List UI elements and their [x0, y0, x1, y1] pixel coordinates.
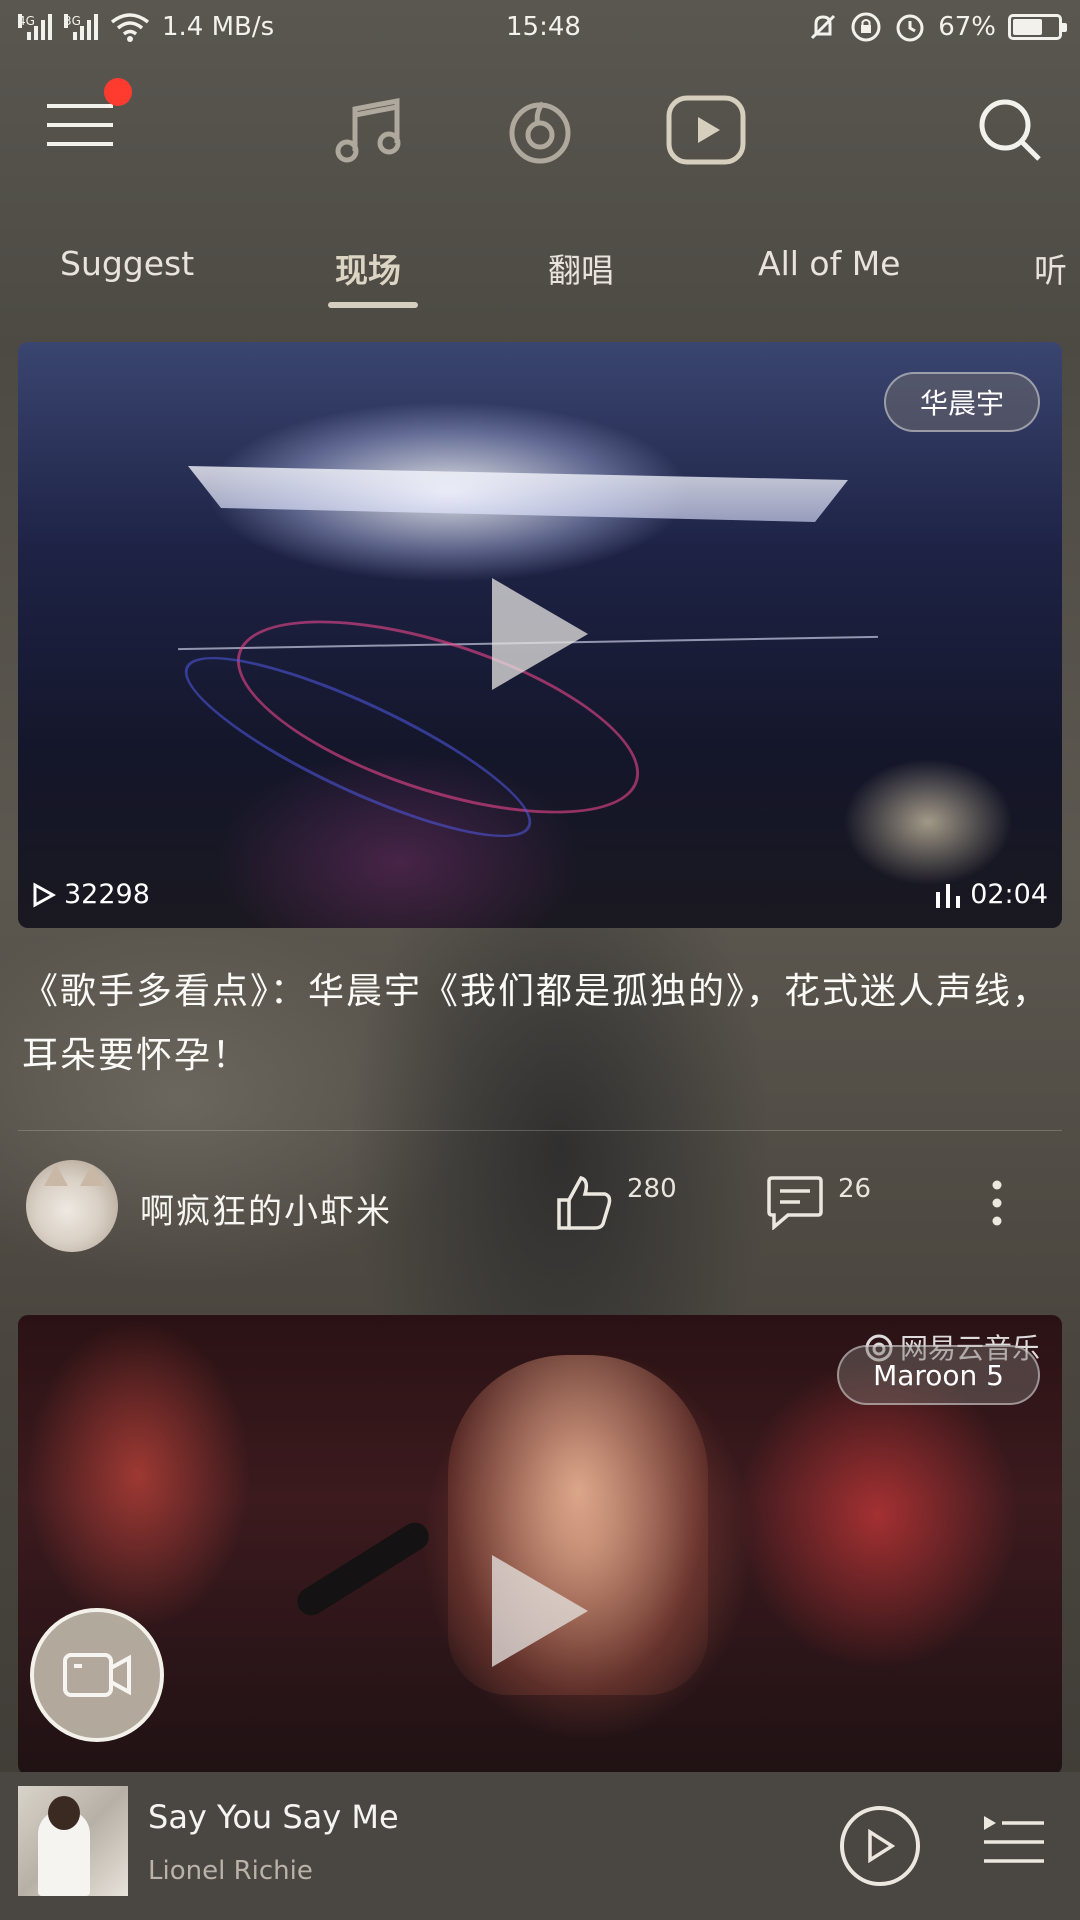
play-icon[interactable]	[492, 578, 588, 690]
play-pause-button[interactable]	[840, 1806, 920, 1886]
search-button[interactable]	[970, 90, 1050, 170]
mute-icon	[811, 14, 836, 40]
video-card-2[interactable]: 网易云音乐 Maroon 5	[18, 1315, 1062, 1775]
sim1-label: 4G	[18, 14, 35, 28]
tab-all-of-me[interactable]: All of Me	[758, 244, 900, 283]
lock-rotation-icon	[851, 12, 881, 42]
tab-live[interactable]: 现场	[335, 244, 401, 292]
author-name[interactable]: 啊疯狂的小虾米	[140, 1184, 392, 1233]
mini-player[interactable]: Say You Say Me Lionel Richie	[0, 1772, 1080, 1920]
microphone	[291, 1517, 435, 1621]
song-title[interactable]: Say You Say Me	[148, 1798, 399, 1836]
play-count-icon	[33, 881, 56, 908]
avatar-ear	[80, 1164, 104, 1186]
music-note-icon	[335, 97, 401, 163]
status-left: 4G 3G 1.4 MB/s	[18, 12, 274, 42]
play-icon[interactable]	[492, 1555, 588, 1667]
status-bar: 4G 3G 1.4 MB/s 15:48 67%	[0, 0, 1080, 54]
signal-icon-sim2: 3G	[64, 14, 98, 40]
artist-tag[interactable]: Maroon 5	[837, 1345, 1040, 1405]
video-play-icon	[666, 95, 746, 165]
author-row: 啊疯狂的小虾米 280 26	[0, 1160, 1080, 1260]
play-count-value: 32298	[64, 879, 150, 910]
battery-icon	[1008, 14, 1067, 40]
like-count: 280	[627, 1174, 677, 1204]
status-right: 67%	[808, 11, 1067, 43]
net-speed: 1.4 MB/s	[162, 12, 275, 42]
cover-head	[48, 1796, 80, 1830]
more-vertical-icon	[992, 1180, 1002, 1226]
nav-radio-button[interactable]	[500, 90, 580, 170]
divider	[18, 1130, 1062, 1131]
play-count: 32298	[32, 879, 150, 910]
netease-radio-icon	[509, 101, 571, 164]
video-meta: 32298 02:04	[18, 879, 1062, 910]
battery-fill	[1013, 19, 1043, 35]
like-button[interactable]: 280	[555, 1174, 677, 1232]
song-artist[interactable]: Lionel Richie	[148, 1856, 313, 1886]
notification-dot	[104, 78, 132, 106]
tab-cover[interactable]: 翻唱	[548, 244, 614, 292]
battery-percent: 67%	[938, 12, 996, 42]
search-icon	[979, 99, 1041, 161]
video-camera-icon	[63, 1653, 131, 1697]
play-icon	[868, 1829, 895, 1863]
comment-button[interactable]: 26	[766, 1174, 871, 1230]
signal-icon-sim1: 4G	[18, 14, 52, 40]
tab-partial[interactable]: 听	[1034, 244, 1067, 292]
tab-suggest[interactable]: Suggest	[60, 244, 194, 283]
video-card-1[interactable]: 华晨宇 32298 02:04	[18, 342, 1062, 928]
comment-icon	[767, 1176, 823, 1230]
active-tab-indicator	[328, 302, 418, 308]
alarm-icon	[896, 14, 924, 42]
playlist-icon	[984, 1816, 1044, 1863]
top-navigation	[0, 70, 1080, 190]
nav-music-button[interactable]	[330, 90, 410, 170]
more-button[interactable]	[990, 1180, 1004, 1226]
comment-count: 26	[838, 1174, 872, 1204]
hamburger-icon	[47, 104, 113, 146]
nav-video-button[interactable]	[666, 90, 746, 170]
stage-lights	[188, 466, 848, 522]
wifi-icon	[110, 13, 150, 42]
bars-icon	[936, 883, 961, 908]
sim2-label: 3G	[64, 14, 81, 28]
video-title[interactable]: 《歌手多看点》：华晨宇《我们都是孤独的》，花式迷人声线，耳朵要怀孕！	[22, 960, 1062, 1088]
camera-fab-button[interactable]	[30, 1608, 164, 1742]
avatar[interactable]	[26, 1160, 118, 1252]
artist-tag[interactable]: 华晨宇	[883, 372, 1040, 432]
category-tabs: Suggest 现场 翻唱 All of Me 听	[0, 230, 1080, 320]
duration-value: 02:04	[970, 879, 1048, 910]
duration: 02:04	[934, 879, 1048, 910]
playlist-button[interactable]	[982, 1812, 1046, 1872]
clock: 15:48	[506, 12, 581, 42]
avatar-ear	[44, 1164, 68, 1186]
thumbs-up-icon	[557, 1175, 612, 1230]
album-cover[interactable]	[18, 1786, 128, 1896]
